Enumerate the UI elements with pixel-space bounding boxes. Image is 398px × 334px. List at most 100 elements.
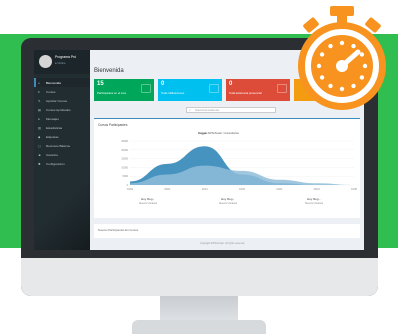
sidebar-item-label: Estadísticas [46,125,63,130]
x-tick-label: 21/04 [276,188,283,191]
participants-panel: Nuevos Participantes En Cursos [94,224,360,238]
sidebar-item-label: Cursos [46,89,56,94]
stopwatch-tick [351,83,356,89]
sidebar-item-usuarios[interactable]: ☻ Usuarios [34,150,90,159]
search-icon: ⌕ [189,108,191,112]
stopwatch-tick [328,43,333,49]
avatar[interactable] [39,55,52,68]
sidebar-item-bienvenida[interactable]: ⌂ Bienvenida [34,78,90,87]
sidebar-item-configuracion[interactable]: ✱ Configuración [34,159,90,168]
panel-title: Nuevos Participantes En Cursos [98,228,139,232]
card-icon [277,84,287,93]
stopwatch-tick [328,83,333,89]
monitor-chin [21,258,378,296]
stopwatch-tick [351,43,356,49]
stopwatch-tick [319,75,325,80]
stat-item: Hoy Reg... Nuevos Usuarios [198,197,258,205]
x-tick-label: 26/04 [314,188,321,191]
x-tick-label: 06/04 [164,188,171,191]
list-icon: ≡ [38,89,40,94]
y-tick-label: 15000 [121,158,128,161]
sidebar: Programa Pró ● Online ⌂ Bienvenida ≡ Curso… [34,50,90,250]
illustration: Programa Pró ● Online ⌂ Bienvenida ≡ Curso… [0,0,398,334]
stat-label: Nuevos Usuarios [218,202,238,205]
doc-icon: ▢ [38,143,41,148]
stat-item: Hoy Reg... Nuevos Usuarios [118,197,178,205]
stat-label: Nuevos Usuarios [304,202,324,205]
book-icon: ▤ [38,107,41,112]
x-tick-label: 01/04 [127,188,134,191]
gear-icon: ✱ [38,161,41,166]
sidebar-item-label: Aprobar Cursos [46,98,68,103]
stat-value: Hoy Reg... [140,197,156,201]
user-name: Programa Pró [55,55,77,59]
stat-value: Hoy Reg... [306,197,322,201]
search-placeholder: Seleccionar Asistencia [195,109,219,112]
user-status: ● Online [55,61,66,65]
card-icon [141,84,151,93]
tag-icon: ◆ [38,134,41,139]
sidebar-user-panel: Programa Pró ● Online [34,50,90,74]
y-tick-label: 20000 [121,149,128,152]
sidebar-item-cursos[interactable]: ≡ Cursos [34,87,90,96]
sidebar-item-estadisticas[interactable]: ▥ Estadísticas [34,123,90,132]
search-input[interactable]: ⌕ Seleccionar Asistencia [186,107,276,113]
stopwatch-tick [359,75,365,80]
info-box-ratings[interactable]: 0 Total calificaciones [158,79,222,101]
x-tick-label: 16/04 [239,188,246,191]
info-box-label: Participantes en el mes [97,91,127,95]
sidebar-item-label: Usuarios [46,152,58,157]
x-tick-label: 11/04 [202,188,208,191]
info-box-value: 15 [97,81,104,87]
info-box-label: Total asistencia presencial [229,91,262,95]
stopwatch-tick [359,52,365,57]
home-icon: ⌂ [38,80,40,85]
sidebar-item-label: Configuración [46,161,65,166]
sidebar-item-recursos[interactable]: ▢ Recursos Básicos [34,141,90,150]
users-icon: ● [38,116,40,121]
sidebar-item-label: Cursos Aprobados [46,107,71,112]
info-box-participants[interactable]: 15 Participantes en el mes [94,79,154,101]
panel-title: Cursos Participantes [98,123,128,127]
stats-row: Hoy Reg... Nuevos Usuarios Hoy Reg... Nuev… [94,197,360,213]
stat-label: Nuevos Usuarios [138,202,158,205]
stopwatch-icon [298,6,386,110]
sidebar-item-label: Bienvenida [46,80,61,85]
user-icon: ☻ [38,152,42,157]
sidebar-shadow [34,180,90,250]
stopwatch-tick [339,40,345,46]
stat-item: Hoy Reg... Nuevos Usuarios [284,197,344,205]
sidebar-item-aprobar-cursos[interactable]: ✎ Aprobar Cursos [34,96,90,105]
info-box-label: Total calificaciones [161,91,185,95]
info-box-value: 0 [161,81,165,87]
sidebar-item-mensajes[interactable]: ● Mensajes [34,114,90,123]
panel-subtitle-bold: Hoggar [198,132,208,135]
sidebar-item-label: Recursos Básicos [46,143,71,148]
stat-value: Hoy Reg... [220,197,236,201]
info-box-attendance[interactable]: 0 Total asistencia presencial [226,79,290,101]
area-chart: 25000 20000 15000 10000 5000 001/04 06/04 11/04… [121,140,358,191]
stopwatch-tick [316,63,322,69]
info-box-value: 0 [229,81,233,87]
monitor-stand-base [132,320,266,334]
panel-subtitle: Hoggar AIPSchooler / Consultorías [198,132,239,135]
chart-panel: Cursos Participantes Hoggar AIPSchooler … [94,118,360,218]
stopwatch-tick [339,86,345,92]
sidebar-item-etiquetas[interactable]: ◆ Etiquetas [34,132,90,141]
y-tick-label: 0 [127,184,129,187]
chart-icon: ▥ [38,125,41,130]
sidebar-item-cursos-aprobados[interactable]: ▤ Cursos Aprobados [34,105,90,114]
x-tick-label: 01/05 [351,188,358,191]
card-icon [209,84,219,93]
stopwatch-tick [319,52,325,57]
page-title: Bienvenida [94,68,124,74]
y-tick-label: 5000 [123,175,129,178]
sidebar-menu: ⌂ Bienvenida ≡ Cursos ✎ Aprobar Cursos ▤ Cur… [34,78,90,168]
stopwatch-tick [362,63,368,69]
panel-subtitle-text: AIPSchooler / Consultorías [207,132,239,135]
y-tick-label: 25000 [121,140,128,143]
sidebar-item-label: Mensajes [46,116,59,121]
y-tick-label: 10000 [121,166,128,169]
sidebar-item-label: Etiquetas [46,134,59,139]
pencil-icon: ✎ [38,98,41,103]
